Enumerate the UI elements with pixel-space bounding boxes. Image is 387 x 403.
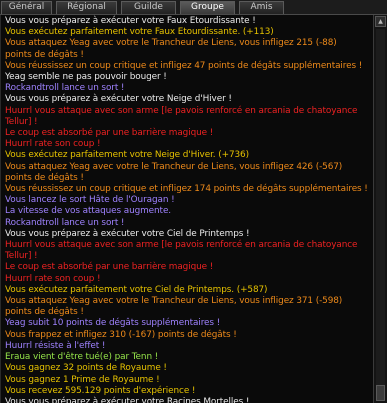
scroll-track[interactable] [376, 29, 385, 401]
chat-message: Le coup est absorbé par une barrière mag… [5, 128, 214, 139]
chat-message: La vitesse de vos attaques augmente. [5, 206, 172, 217]
chat-message: Huurrl vous attaque avec son arme [le pa… [5, 105, 358, 116]
chat-message: points de dégâts ! [5, 172, 84, 183]
chat-scrollbar[interactable]: ▲ [373, 15, 387, 403]
chat-window: Général Régional Guilde Groupe Amis Vous… [0, 0, 387, 403]
chat-message: Tellur] ! [5, 116, 38, 127]
chat-message: Rockandtroll lance un sort ! [5, 83, 125, 94]
chat-message: Vous gagnez 1 Prime de Royaume ! [5, 374, 160, 385]
tab-group[interactable]: Groupe [180, 1, 235, 14]
chat-message: Huurrl rate son coup ! [5, 139, 101, 150]
scroll-thumb[interactable] [376, 385, 385, 401]
tab-friends[interactable]: Amis [239, 1, 284, 14]
chat-message: Vous frappez et infligez 310 (-167) poin… [5, 329, 237, 340]
chat-message: Vous vous préparez à exécuter votre Raci… [5, 396, 250, 403]
chat-message: Yeag semble ne pas pouvoir bouger ! [5, 72, 167, 83]
chat-message: Vous vous préparez à exécuter votre Ciel… [5, 228, 250, 239]
chat-message: Vous recevez 595.129 points d'expérience… [5, 385, 196, 396]
chat-tab-bar: Général Régional Guilde Groupe Amis [0, 0, 387, 15]
chat-message: Tellur] ! [5, 251, 38, 262]
tab-general[interactable]: Général [1, 1, 52, 14]
chat-message: Vous lancez le sort Hâte de l'Ouragan ! [5, 195, 175, 206]
chat-message: Vous attaquez Yeag avec votre le Tranche… [5, 161, 343, 172]
chat-message: Vous réussissez un coup critique et infl… [5, 60, 363, 71]
chat-message: Eraua vient d'être tué(e) par Tenn ! [5, 352, 159, 363]
chat-message: points de dégâts ! [5, 307, 84, 318]
chat-message: Yeag subit 10 points de dégâts supplémen… [5, 318, 221, 329]
chat-message: Huurrl résiste à l'effet ! [5, 340, 106, 351]
chat-message: Le coup est absorbé par une barrière mag… [5, 262, 214, 273]
chat-log[interactable]: Vous vous préparez à exécuter votre Faux… [0, 15, 373, 403]
chat-message: Vous vous préparez à exécuter votre Faux… [5, 16, 256, 26]
chat-message: Vous réussissez un coup critique et infl… [5, 184, 368, 195]
chat-message: Vous attaquez Yeag avec votre le Tranche… [5, 296, 343, 307]
chat-message: Vous exécutez parfaitement votre Faux Et… [5, 27, 274, 38]
chat-message: Vous exécutez parfaitement votre Ciel de… [5, 284, 268, 295]
scroll-up-arrow-icon[interactable]: ▲ [375, 16, 386, 27]
chat-message: Huurrl rate son coup ! [5, 273, 101, 284]
tab-guild[interactable]: Guilde [121, 1, 176, 14]
chat-message: Vous attaquez Yeag avec votre le Tranche… [5, 38, 337, 49]
chat-message: points de dégâts ! [5, 49, 84, 60]
chat-message: Huurrl vous attaque avec son arme [le pa… [5, 240, 358, 251]
tab-regional[interactable]: Régional [56, 1, 117, 14]
chat-message: Vous vous préparez à exécuter votre Neig… [5, 94, 232, 105]
chat-message: Rockandtroll lance un sort ! [5, 217, 125, 228]
chat-message: Vous gagnez 32 points de Royaume ! [5, 363, 167, 374]
chat-message: Vous exécutez parfaitement votre Neige d… [5, 150, 249, 161]
